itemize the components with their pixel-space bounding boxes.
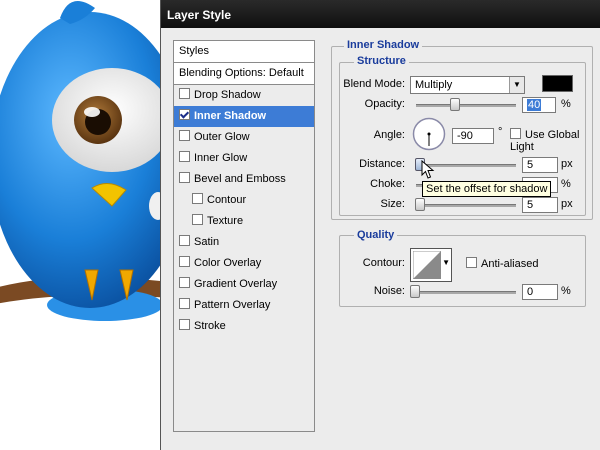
use-global-light-checkbox[interactable]: Use Global Light — [510, 128, 600, 153]
chevron-down-icon: ▼ — [442, 258, 450, 267]
checkbox-icon[interactable] — [179, 151, 190, 162]
distance-unit: px — [561, 158, 573, 170]
checkbox-icon[interactable] — [192, 214, 203, 225]
style-item-contour[interactable]: Contour — [174, 190, 314, 211]
contour-picker[interactable]: ▼ — [410, 248, 452, 282]
anti-aliased-checkbox[interactable]: Anti-aliased — [466, 257, 538, 270]
distance-value: 5 — [527, 159, 534, 171]
opacity-value: 40 — [527, 99, 542, 111]
opacity-input[interactable]: 40 — [522, 97, 556, 113]
style-item-label: Bevel and Emboss — [194, 173, 286, 185]
style-item-inner-glow[interactable]: Inner Glow — [174, 148, 314, 169]
size-slider-thumb[interactable] — [415, 198, 425, 211]
noise-slider-thumb[interactable] — [410, 285, 420, 298]
bird-illustration — [0, 0, 170, 321]
style-item-color-overlay[interactable]: Color Overlay — [174, 253, 314, 274]
style-item-label: Texture — [207, 215, 244, 227]
checkbox-icon[interactable] — [179, 256, 190, 267]
inner-shadow-title: Inner Shadow — [344, 39, 423, 51]
opacity-label: Opacity: — [364, 98, 405, 110]
styles-header[interactable]: Styles — [174, 41, 314, 63]
choke-label: Choke: — [370, 178, 405, 190]
style-item-gradient-overlay[interactable]: Gradient Overlay — [174, 274, 314, 295]
checkbox-icon[interactable] — [179, 235, 190, 246]
style-item-outer-glow[interactable]: Outer Glow — [174, 127, 314, 148]
styles-list: Styles Blending Options: Default Drop Sh… — [173, 40, 315, 432]
checkbox-icon[interactable] — [179, 172, 190, 183]
blend-mode-select[interactable]: Multiply ▼ — [410, 76, 525, 94]
checkbox-icon[interactable] — [179, 109, 190, 120]
style-item-stroke[interactable]: Stroke — [174, 316, 314, 337]
angle-label: Angle: — [373, 129, 405, 141]
checkbox-icon — [466, 257, 477, 268]
checkbox-icon[interactable] — [179, 88, 190, 99]
angle-unit: ° — [498, 126, 503, 138]
style-items: Drop Shadow Inner Shadow Outer Glow Inner G… — [174, 85, 314, 337]
noise-unit: % — [561, 285, 571, 297]
mouse-cursor-icon — [421, 160, 435, 179]
chevron-down-icon: ▼ — [509, 77, 524, 93]
opacity-slider-track[interactable] — [416, 104, 516, 107]
checkbox-icon — [510, 128, 521, 139]
size-label: Size: — [380, 198, 405, 210]
anti-aliased-label: Anti-aliased — [481, 258, 539, 270]
checkbox-icon[interactable] — [179, 130, 190, 141]
style-item-label: Inner Shadow — [194, 110, 267, 122]
blending-options-item[interactable]: Blending Options: Default — [174, 63, 314, 85]
contour-preview-icon — [413, 251, 441, 279]
style-item-label: Satin — [194, 236, 220, 248]
style-item-label: Outer Glow — [194, 131, 250, 143]
opacity-slider-thumb[interactable] — [450, 98, 461, 111]
noise-label: Noise: — [373, 285, 405, 297]
size-input[interactable]: 5 — [522, 197, 558, 213]
angle-dial[interactable] — [412, 117, 446, 151]
size-slider-track[interactable] — [416, 204, 516, 207]
style-item-label: Color Overlay — [194, 257, 262, 269]
checkbox-icon[interactable] — [192, 193, 203, 204]
opacity-unit: % — [561, 98, 571, 110]
size-value: 5 — [527, 199, 534, 211]
checkbox-icon[interactable] — [179, 298, 190, 309]
quality-title: Quality — [354, 229, 398, 241]
style-item-label: Pattern Overlay — [194, 299, 271, 311]
style-item-label: Inner Glow — [194, 152, 248, 164]
noise-input[interactable]: 0 — [522, 284, 558, 300]
window-title: Layer Style — [167, 8, 232, 22]
style-item-label: Stroke — [194, 320, 226, 332]
size-unit: px — [561, 198, 573, 210]
style-item-label: Contour — [207, 194, 247, 206]
angle-value: -90 — [457, 130, 473, 142]
angle-input[interactable]: -90 — [452, 128, 494, 144]
title-bar[interactable]: Layer Style — [161, 0, 600, 28]
distance-label: Distance: — [359, 158, 405, 170]
blend-mode-value: Multiply — [415, 79, 453, 91]
layer-style-dialog: Layer Style Styles Blending Options: Def… — [160, 0, 600, 450]
structure-title: Structure — [354, 55, 409, 67]
shadow-color-swatch[interactable] — [542, 75, 573, 92]
style-item-drop-shadow[interactable]: Drop Shadow — [174, 85, 314, 106]
choke-unit: % — [561, 178, 571, 190]
tooltip: Set the offset for shadow — [422, 181, 552, 197]
distance-input[interactable]: 5 — [522, 157, 558, 173]
contour-label: Contour: — [362, 257, 405, 269]
checkbox-icon[interactable] — [179, 277, 190, 288]
style-item-satin[interactable]: Satin — [174, 232, 314, 253]
style-item-label: Gradient Overlay — [194, 278, 278, 290]
style-item-inner-shadow[interactable]: Inner Shadow — [174, 106, 314, 127]
checkbox-icon[interactable] — [179, 319, 190, 330]
noise-slider-track[interactable] — [412, 291, 516, 294]
style-item-label: Drop Shadow — [194, 89, 261, 101]
noise-value: 0 — [527, 286, 534, 298]
style-item-texture[interactable]: Texture — [174, 211, 314, 232]
style-item-pattern-overlay[interactable]: Pattern Overlay — [174, 295, 314, 316]
style-item-bevel-and-emboss[interactable]: Bevel and Emboss — [174, 169, 314, 190]
blend-mode-label: Blend Mode: — [343, 78, 405, 90]
